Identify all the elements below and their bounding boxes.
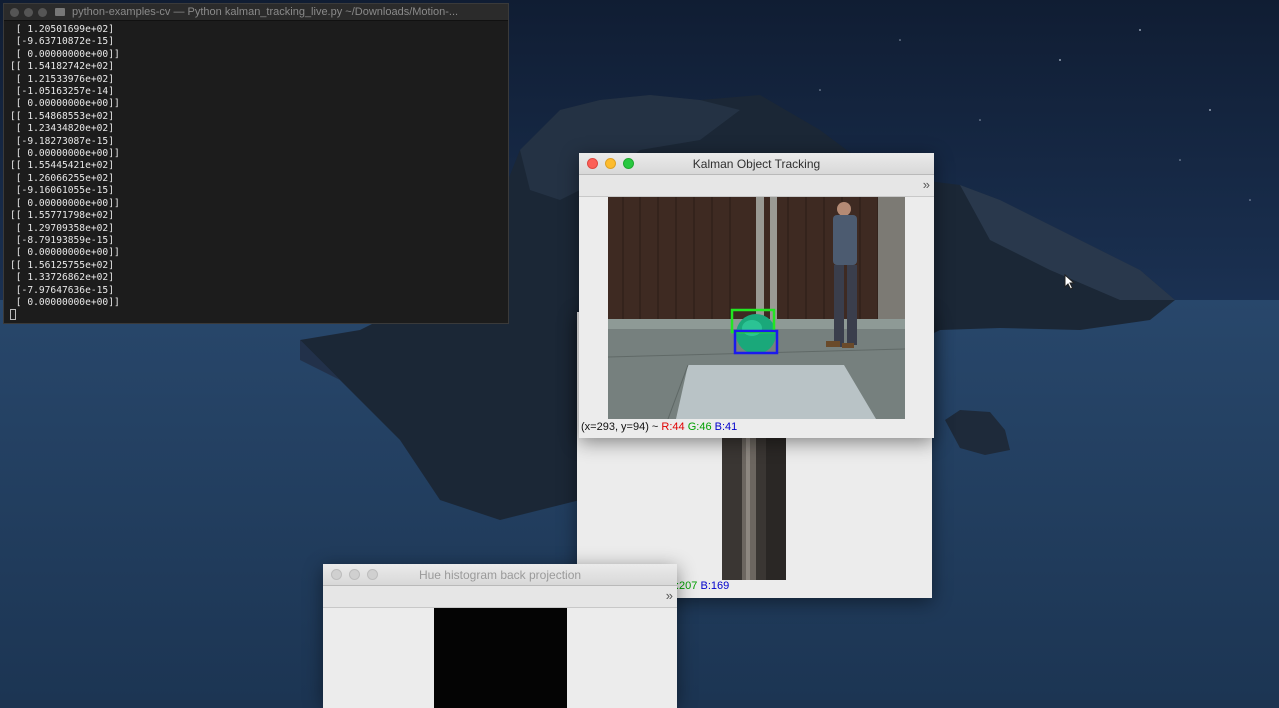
zoom-button[interactable] bbox=[367, 569, 378, 580]
window-titlebar[interactable]: Hue histogram back projection bbox=[323, 564, 677, 586]
window-toolbar: » bbox=[323, 586, 677, 608]
blue-value: B:169 bbox=[700, 580, 730, 592]
pixel-readout: :207 B:169 bbox=[676, 580, 729, 592]
kalman-tracking-window[interactable]: Kalman Object Tracking » (x=293, y=94) ~… bbox=[579, 153, 934, 438]
terminal-line: [ 0.00000000e+00]] bbox=[10, 296, 120, 308]
terminal-line: [ 0.00000000e+00]] bbox=[10, 148, 120, 160]
terminal-line: [-8.79193859e-15] bbox=[10, 234, 114, 246]
minimize-button[interactable] bbox=[24, 7, 33, 17]
video-strip bbox=[722, 438, 786, 580]
terminal-line: [ 0.00000000e+00]] bbox=[10, 98, 120, 110]
terminal-line: [ 1.20501699e+02] bbox=[10, 24, 114, 35]
terminal-titlebar[interactable]: python-examples-cv — Python kalman_track… bbox=[4, 4, 508, 21]
minimize-button[interactable] bbox=[605, 158, 616, 169]
terminal-output[interactable]: [ 1.20501699e+02] [-9.63710872e-15] [ 0.… bbox=[4, 21, 508, 322]
green-value: G:46 bbox=[687, 421, 712, 433]
terminal-line: [ 1.21533976e+02] bbox=[10, 73, 114, 85]
terminal-window[interactable]: python-examples-cv — Python kalman_track… bbox=[3, 3, 509, 324]
terminal-line: [ 0.00000000e+00]] bbox=[10, 48, 120, 60]
zoom-button[interactable] bbox=[623, 158, 634, 169]
green-value: :207 bbox=[676, 580, 698, 592]
back-projection-image bbox=[434, 608, 567, 708]
folder-icon bbox=[55, 8, 65, 16]
terminal-line: [ 1.26066255e+02] bbox=[10, 172, 114, 184]
close-button[interactable] bbox=[587, 158, 598, 169]
terminal-title: python-examples-cv — Python kalman_track… bbox=[72, 6, 459, 18]
window-titlebar[interactable]: Kalman Object Tracking bbox=[579, 153, 934, 175]
terminal-line: [-9.16061055e-15] bbox=[10, 185, 114, 197]
terminal-line: [ 1.29709358e+02] bbox=[10, 222, 114, 234]
terminal-line: [ 1.33726862e+02] bbox=[10, 272, 114, 284]
red-value: R:44 bbox=[661, 421, 685, 433]
terminal-line: [[ 1.56125755e+02] bbox=[10, 259, 114, 271]
pixel-readout: (x=293, y=94) ~ R:44 G:46 B:41 bbox=[581, 421, 737, 433]
video-frame[interactable] bbox=[608, 197, 905, 419]
terminal-line: [[ 1.55771798e+02] bbox=[10, 210, 114, 222]
toolbar-overflow-button[interactable]: » bbox=[923, 177, 930, 193]
close-button[interactable] bbox=[331, 569, 342, 580]
terminal-line: [ 0.00000000e+00]] bbox=[10, 197, 120, 209]
terminal-line: [ 0.00000000e+00]] bbox=[10, 247, 120, 259]
terminal-cursor bbox=[10, 309, 16, 321]
coordinate-readout: (x=293, y=94) ~ bbox=[581, 421, 659, 433]
close-button[interactable] bbox=[10, 7, 19, 17]
terminal-line: [[ 1.54182742e+02] bbox=[10, 61, 114, 73]
histogram-window[interactable]: Hue histogram back projection » bbox=[323, 564, 677, 708]
terminal-line: [-7.97647636e-15] bbox=[10, 284, 114, 296]
minimize-button[interactable] bbox=[349, 569, 360, 580]
blue-value: B:41 bbox=[714, 421, 738, 433]
window-toolbar: » bbox=[579, 175, 934, 197]
terminal-line: [-1.05163257e-14] bbox=[10, 86, 114, 98]
terminal-line: [ 1.23434820e+02] bbox=[10, 123, 114, 135]
toolbar-overflow-button[interactable]: » bbox=[666, 588, 673, 604]
terminal-line: [[ 1.55445421e+02] bbox=[10, 160, 114, 172]
terminal-line: [[ 1.54868553e+02] bbox=[10, 110, 114, 122]
terminal-line: [-9.18273087e-15] bbox=[10, 135, 114, 147]
zoom-button[interactable] bbox=[38, 7, 47, 17]
mouse-pointer-icon bbox=[1064, 274, 1076, 290]
terminal-line: [-9.63710872e-15] bbox=[10, 36, 114, 48]
